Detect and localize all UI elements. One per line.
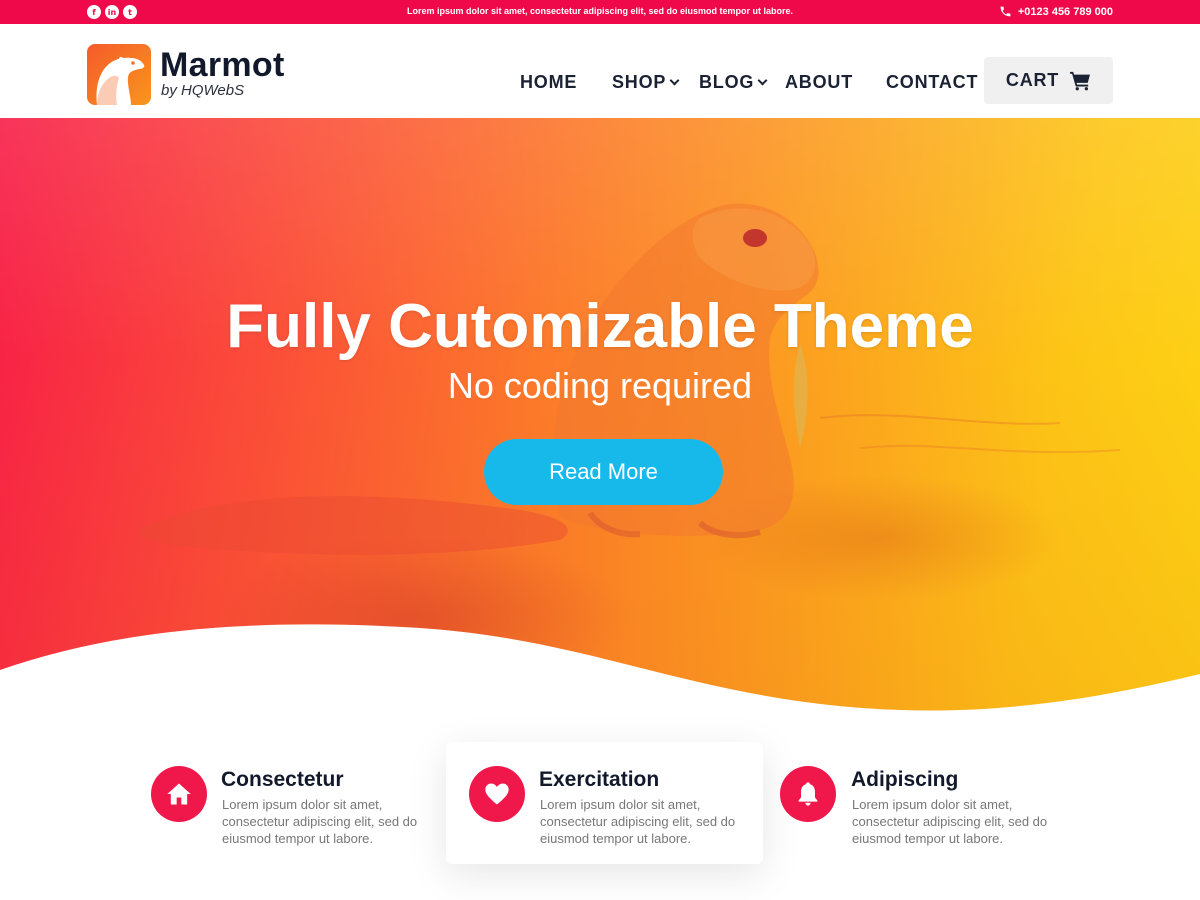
- feature-adipiscing: Adipiscing Lorem ipsum dolor sit amet, c…: [770, 742, 1070, 864]
- chevron-down-icon: [669, 75, 680, 86]
- feature-text: Lorem ipsum dolor sit amet, consectetur …: [540, 797, 736, 846]
- cart-button[interactable]: CART: [984, 57, 1113, 104]
- site-header: Marmot by HQWebS HOME SHOP BLOG ABOUT CO…: [0, 24, 1200, 118]
- nav-shop-label: SHOP: [612, 72, 667, 92]
- nav-shop[interactable]: SHOP: [612, 72, 680, 93]
- nav-contact[interactable]: CONTACT: [886, 72, 978, 93]
- nav-home[interactable]: HOME: [520, 72, 577, 93]
- feature-icon-circle: [780, 766, 836, 822]
- feature-title: Consectetur: [221, 768, 344, 791]
- feature-consectetur: Consectetur Lorem ipsum dolor sit amet, …: [140, 742, 440, 864]
- feature-exercitation: Exercitation Lorem ipsum dolor sit amet,…: [446, 742, 763, 864]
- nav-about-label: ABOUT: [785, 72, 853, 92]
- nav-blog-label: BLOG: [699, 72, 755, 92]
- cart-label: CART: [1005, 70, 1060, 90]
- hero-wave-divider: [0, 624, 1200, 718]
- phone-contact[interactable]: +0123 456 789 000: [999, 5, 1113, 18]
- feature-icon-circle: [151, 766, 207, 822]
- heart-icon: [485, 783, 509, 805]
- feature-title: Adipiscing: [851, 768, 959, 791]
- nav-blog[interactable]: BLOG: [699, 72, 768, 93]
- feature-title: Exercitation: [539, 768, 660, 791]
- phone-number: +0123 456 789 000: [1017, 5, 1113, 18]
- chevron-down-icon: [757, 75, 768, 86]
- cart-icon: [1070, 71, 1091, 90]
- feature-text: Lorem ipsum dolor sit amet, consectetur …: [222, 797, 418, 846]
- logo-mark[interactable]: [87, 44, 151, 105]
- feature-text: Lorem ipsum dolor sit amet, consectetur …: [852, 797, 1048, 846]
- feature-icon-circle: [469, 766, 525, 822]
- logo-title[interactable]: Marmot: [160, 46, 285, 85]
- marmot-logo-icon: [96, 57, 145, 105]
- top-bar: f in t Lorem ipsum dolor sit amet, conse…: [0, 0, 1200, 24]
- nav-about[interactable]: ABOUT: [785, 72, 853, 93]
- phone-icon: [1000, 6, 1011, 17]
- nav-contact-label: CONTACT: [886, 72, 979, 92]
- nav-home-label: HOME: [520, 72, 578, 92]
- logo-subtitle: by HQWebS: [161, 82, 245, 99]
- home-icon: [167, 783, 191, 805]
- bell-icon: [798, 782, 818, 806]
- hero-banner: Fully Cutomizable Theme No coding requir…: [0, 118, 1200, 718]
